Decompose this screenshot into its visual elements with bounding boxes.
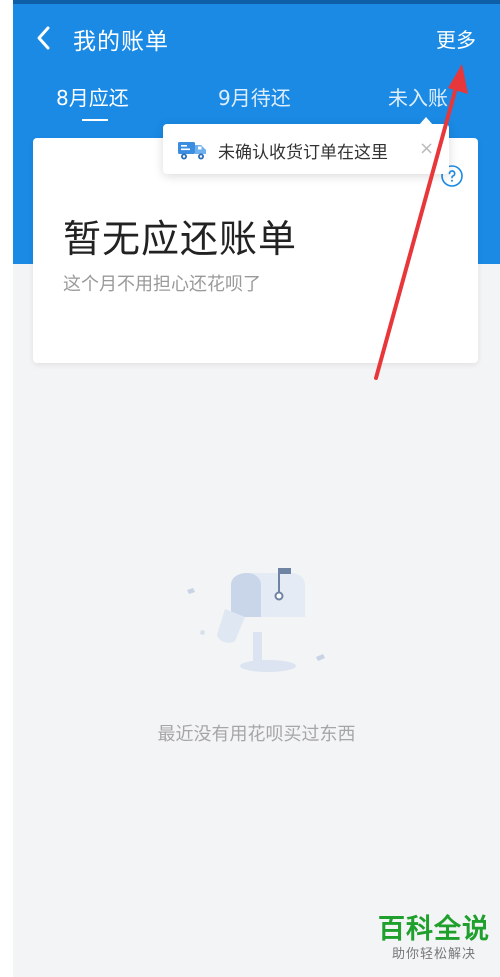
status-bar (13, 0, 500, 4)
mailbox-icon (187, 568, 325, 672)
watermark-logo: 百科全说 助你轻松解决 (374, 914, 494, 974)
watermark-subtitle: 助你轻松解决 (391, 947, 476, 962)
phone-screen: 我的账单 更多 8月应还 9月待还 未入账 暂无应还账单 这个月不用担心还花呗了… (13, 0, 500, 977)
active-tab-indicator (82, 119, 108, 121)
tooltip-arrow (419, 117, 433, 125)
more-button[interactable]: 更多 (436, 24, 476, 53)
close-icon[interactable]: × (419, 138, 434, 159)
tab-august-due[interactable]: 8月应还 (56, 82, 129, 111)
tab-unposted[interactable]: 未入账 (388, 82, 448, 111)
chevron-left-icon[interactable] (33, 24, 55, 52)
tab-bar: 8月应还 9月待还 未入账 (13, 82, 500, 122)
no-bill-subtitle: 这个月不用担心还花呗了 (63, 274, 261, 295)
empty-state-text: 最近没有用花呗买过东西 (157, 724, 356, 745)
tooltip-text: 未确认收货订单在这里 (218, 143, 388, 163)
tab-september-pending[interactable]: 9月待还 (218, 82, 291, 111)
delivery-truck-icon (178, 142, 206, 160)
no-bill-title: 暂无应还账单 (63, 217, 298, 261)
unconfirmed-orders-tooltip[interactable]: 未确认收货订单在这里 × (163, 117, 449, 174)
watermark-title: 百科全说 (378, 914, 490, 945)
page-title: 我的账单 (73, 29, 169, 55)
